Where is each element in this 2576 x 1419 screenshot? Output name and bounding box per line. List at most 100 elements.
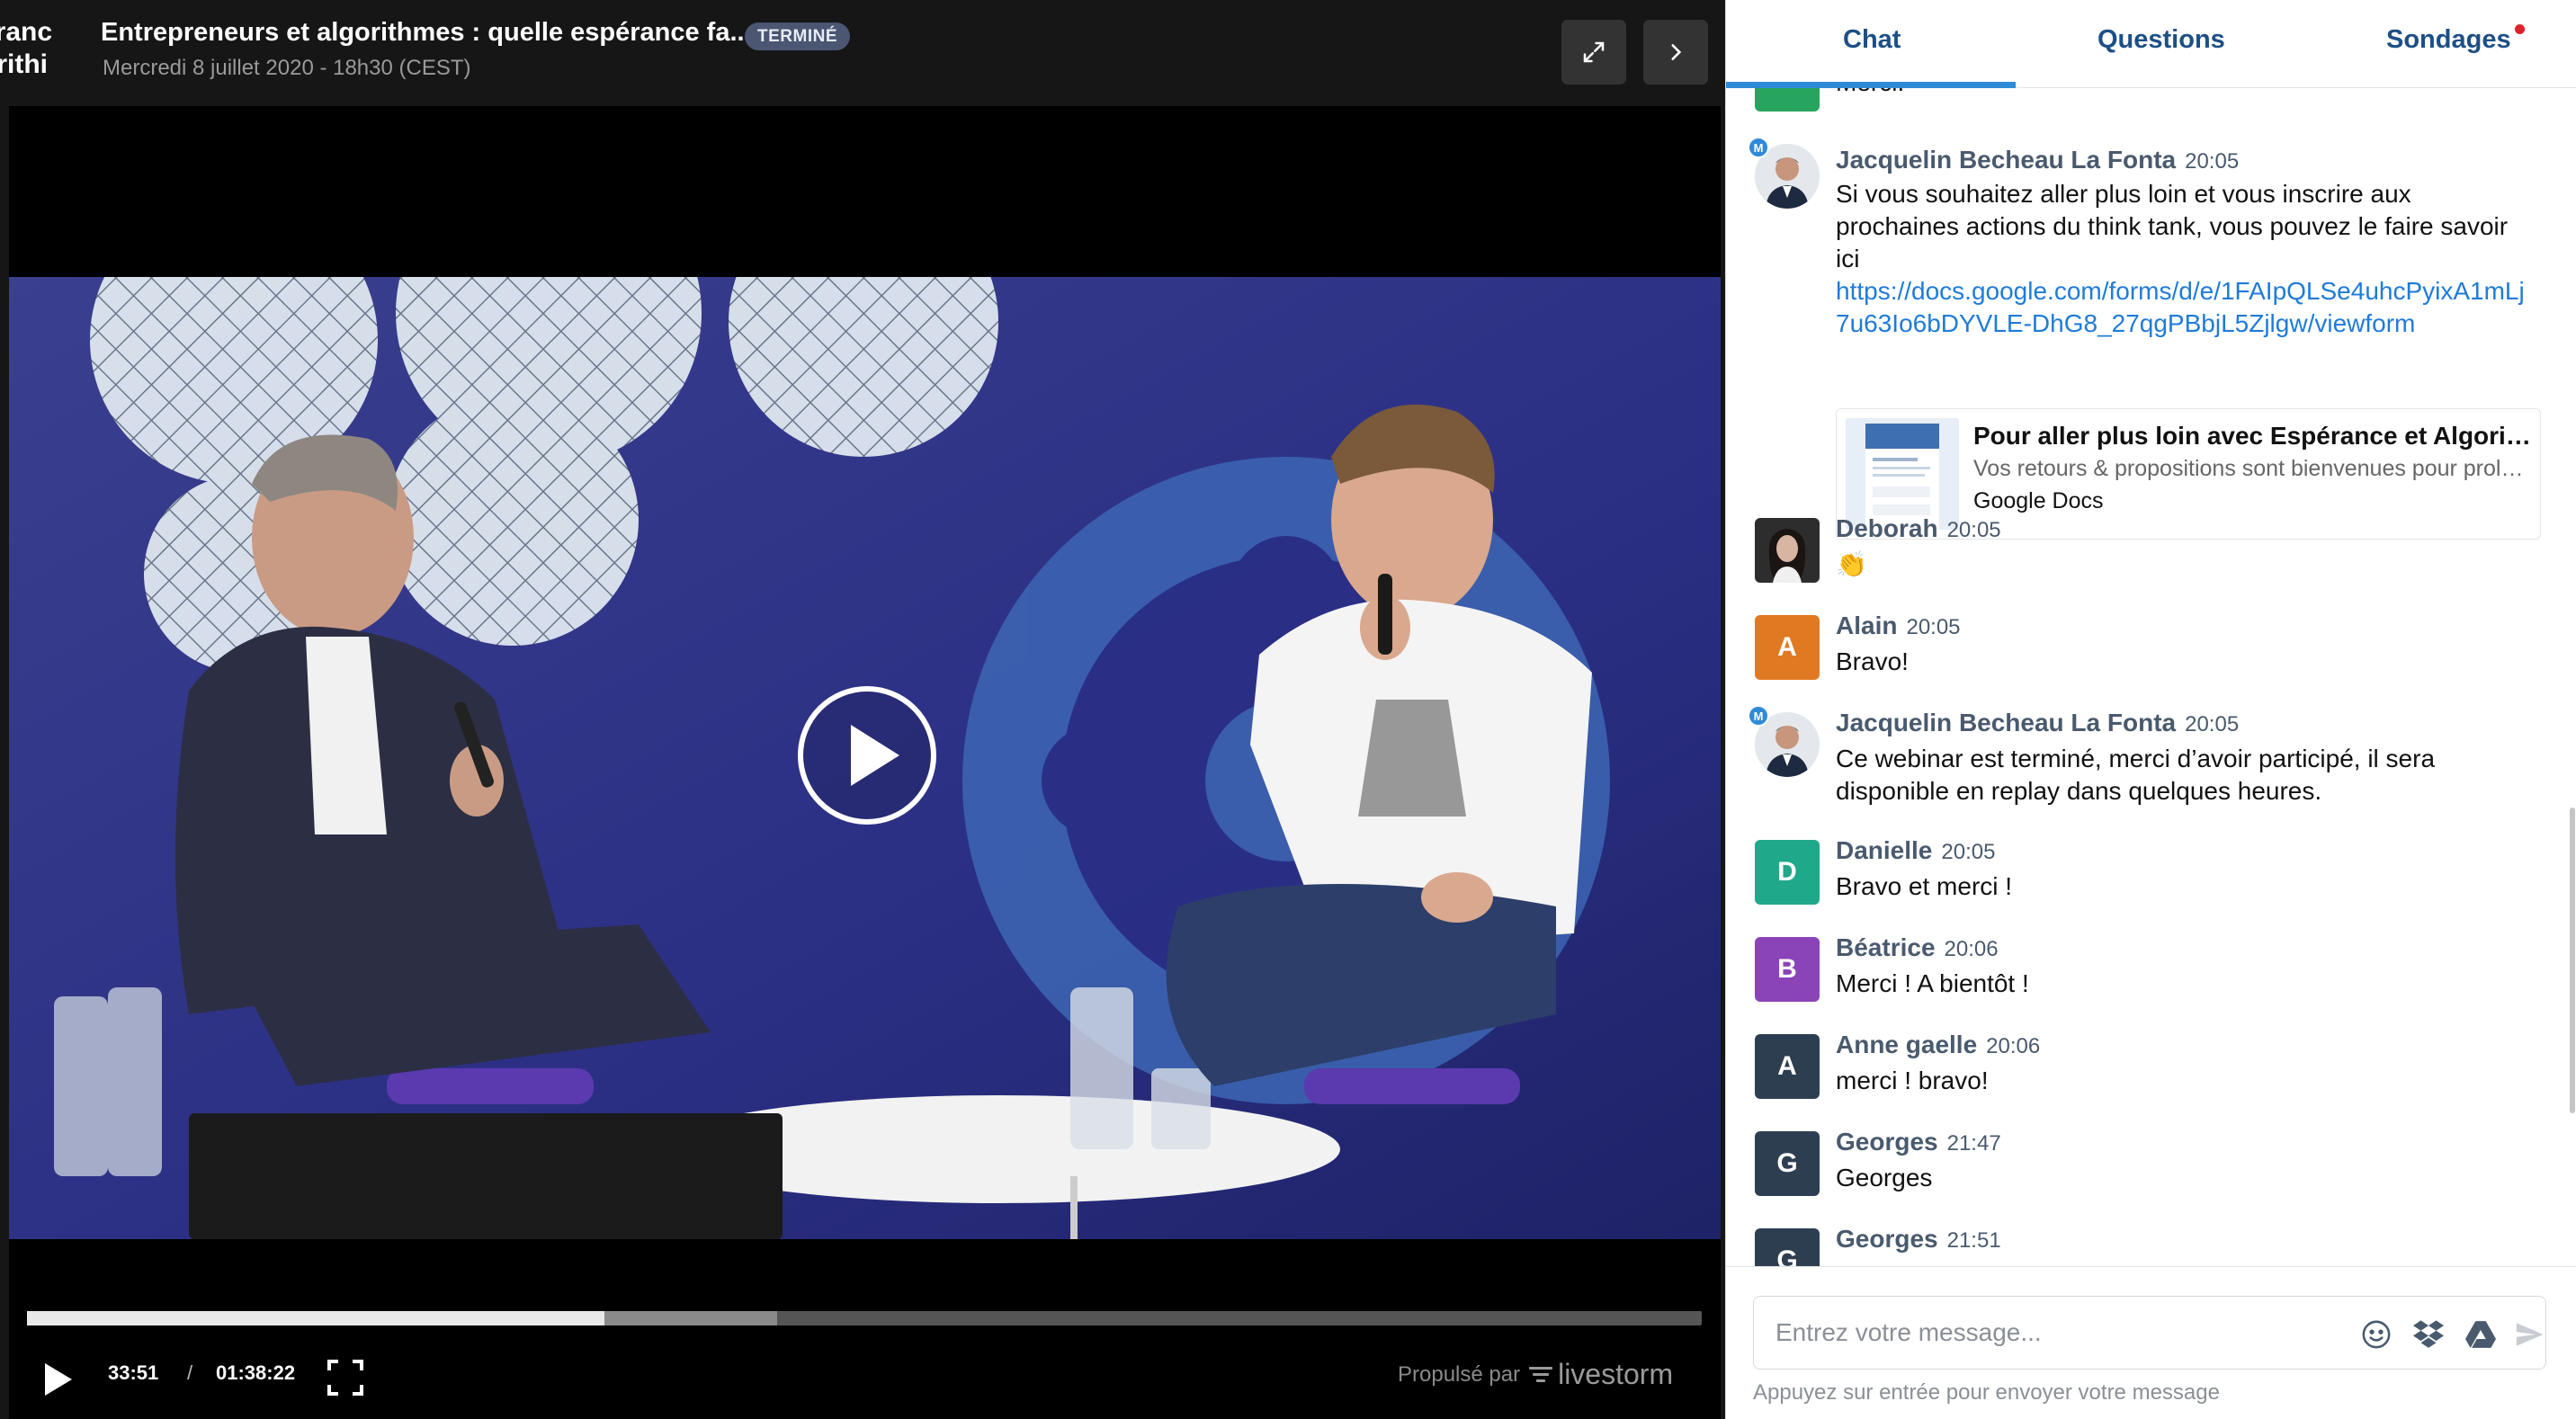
panel-tabs: Chat Questions Sondages — [1726, 0, 2576, 88]
tab-questions[interactable]: Questions — [2097, 25, 2225, 55]
emoji-icon — [2362, 1320, 2391, 1349]
composer-hint: Appuyez sur entrée pour envoyer votre me… — [1753, 1380, 2220, 1405]
google-drive-button[interactable] — [2464, 1317, 2498, 1352]
tab-polls[interactable]: Sondages — [2386, 25, 2511, 55]
message-body: 👏 — [1836, 550, 1867, 578]
dropbox-button[interactable] — [2411, 1317, 2446, 1352]
progress-bar[interactable] — [27, 1311, 1702, 1325]
message-link[interactable]: https://docs.google.com/forms/d/e/1FAIpQ… — [1836, 275, 2537, 340]
powered-by[interactable]: Propulsé par livestorm — [1398, 1358, 1673, 1391]
fullscreen-icon[interactable] — [326, 1358, 365, 1397]
message-body: Bravo et merci ! — [1836, 872, 2013, 900]
avatar — [1755, 518, 1820, 583]
expand-icon — [1583, 41, 1605, 63]
avatar — [1755, 88, 1820, 112]
total-time: 01:38:22 — [216, 1361, 296, 1384]
livestorm-mark-icon — [1529, 1366, 1553, 1382]
chat-panel: Chat Questions Sondages Merci. M — [1725, 0, 2576, 1419]
avatar: A — [1755, 1034, 1820, 1099]
chat-message: B Béatrice 20:06 Merci ! A bientôt ! — [1726, 933, 2554, 1023]
send-icon — [2516, 1323, 2544, 1346]
message-time: 20:05 — [2185, 712, 2240, 736]
message-composer: Appuyez sur entrée pour envoyer votre me… — [1726, 1266, 2576, 1419]
avatar: G — [1755, 1131, 1820, 1196]
logo-line-2: orithi — [0, 49, 48, 79]
chat-message: A Anne gaelle 20:06 merci ! bravo! — [1726, 1031, 2554, 1120]
chevron-right-icon — [1671, 44, 1682, 60]
expand-button[interactable] — [1561, 20, 1626, 85]
author-name: Alain 20:05 — [1836, 611, 1961, 640]
author-name: Danielle 20:05 — [1836, 836, 1995, 865]
tab-chat[interactable]: Chat — [1843, 25, 1901, 55]
chat-messages[interactable]: Merci. M Jacquelin Becheau La Fonta 20:05… — [1726, 88, 2576, 1266]
author-name: Georges 21:51 — [1836, 1225, 2001, 1254]
powered-by-label: Propulsé par — [1398, 1361, 1521, 1387]
active-tab-indicator — [1726, 82, 2016, 88]
chat-message: M Jacquelin Becheau La Fonta 20:05 Ce web… — [1726, 705, 2554, 834]
author-name-text: Alain — [1836, 611, 1898, 639]
video-area: éranc orithi Entrepreneurs et algorithme… — [0, 0, 1725, 1419]
livestorm-logo: livestorm — [1529, 1358, 1673, 1391]
send-button[interactable] — [2512, 1317, 2546, 1352]
message-body: Bravo! — [1836, 647, 1909, 675]
author-name: Jacquelin Becheau La Fonta 20:05 — [1836, 146, 2239, 174]
chat-message: G Georges 21:51 — [1726, 1225, 2554, 1266]
avatar: A — [1755, 615, 1820, 680]
moderator-badge: M — [1748, 137, 1769, 158]
message-time: 20:05 — [1906, 615, 1961, 639]
author-name: Georges 21:47 — [1836, 1128, 2001, 1156]
avatar: D — [1755, 840, 1820, 905]
message-time: 21:47 — [1946, 1131, 2001, 1156]
next-button[interactable] — [1643, 20, 1708, 85]
author-name-text: Anne gaelle — [1836, 1031, 1978, 1058]
person-photo-icon — [1755, 518, 1820, 583]
message-time: 20:05 — [1946, 518, 2001, 542]
moderator-badge: M — [1748, 705, 1769, 727]
video-player[interactable]: 33:51 / 01:38:22 Propulsé par livestorm — [9, 106, 1721, 1419]
message-time: 20:06 — [1986, 1034, 2041, 1058]
author-name-text: Danielle — [1836, 836, 1933, 864]
webinar-title: Entrepreneurs et algorithmes : quelle es… — [101, 18, 752, 47]
message-body: Merci ! A bientôt ! — [1836, 969, 2029, 997]
link-preview-title: Pour aller plus loin avec Espérance et A… — [1973, 422, 2531, 450]
author-name-text: Georges — [1836, 1225, 1938, 1253]
link-preview-description: Vos retours & propositions sont bienvenu… — [1973, 456, 2531, 481]
author-name-text: Georges — [1836, 1128, 1938, 1156]
google-drive-icon — [2465, 1321, 2496, 1348]
emoji-button[interactable] — [2359, 1317, 2393, 1352]
webinar-date: Mercredi 8 juillet 2020 - 18h30 (CEST) — [103, 56, 471, 80]
message-time: 21:51 — [1946, 1228, 2001, 1253]
play-icon[interactable] — [41, 1358, 77, 1401]
chat-message: G Georges 21:47 Georges — [1726, 1128, 2554, 1218]
chat-message: Deborah 20:05 👏 — [1726, 514, 2554, 604]
link-preview-source: Google Docs — [1973, 488, 2104, 513]
author-name: Anne gaelle 20:06 — [1836, 1031, 2040, 1059]
document-thumbnail-icon — [1846, 418, 1959, 530]
author-name: Béatrice 20:06 — [1836, 933, 1999, 962]
avatar: G — [1755, 1228, 1820, 1266]
progress-played — [27, 1311, 605, 1325]
logo-line-1: éranc — [0, 17, 53, 47]
message-body: Merci. — [1836, 88, 2537, 99]
chat-message: Merci. — [1726, 88, 2554, 120]
chat-scrollbar[interactable] — [2570, 808, 2575, 1113]
message-time: 20:06 — [1944, 937, 1999, 961]
chat-message: D Danielle 20:05 Bravo et merci ! — [1726, 836, 2554, 926]
author-name-text: Jacquelin Becheau La Fonta — [1836, 709, 2177, 736]
play-circle-icon[interactable] — [795, 683, 939, 827]
chat-message: A Alain 20:05 Bravo! — [1726, 611, 2554, 701]
message-body: Si vous souhaitez aller plus loin et vou… — [1836, 178, 2537, 340]
chat-message: M Jacquelin Becheau La Fonta 20:05 Si vou… — [1726, 137, 2554, 579]
organizer-logo: éranc orithi — [0, 16, 85, 81]
message-time: 20:05 — [1941, 840, 1996, 864]
author-name-text: Jacquelin Becheau La Fonta — [1836, 146, 2177, 174]
message-body: Ce webinar est terminé, merci d’avoir pa… — [1836, 745, 2436, 805]
message-body: merci ! bravo! — [1836, 1066, 1989, 1094]
author-name-text: Deborah — [1836, 514, 1938, 542]
message-time: 20:05 — [2185, 149, 2240, 174]
avatar: B — [1755, 937, 1820, 1002]
status-badge: TERMINÉ — [745, 22, 850, 50]
message-body: Georges — [1836, 1164, 1933, 1191]
author-name: Jacquelin Becheau La Fonta 20:05 — [1836, 709, 2239, 737]
notification-dot — [2515, 24, 2525, 34]
